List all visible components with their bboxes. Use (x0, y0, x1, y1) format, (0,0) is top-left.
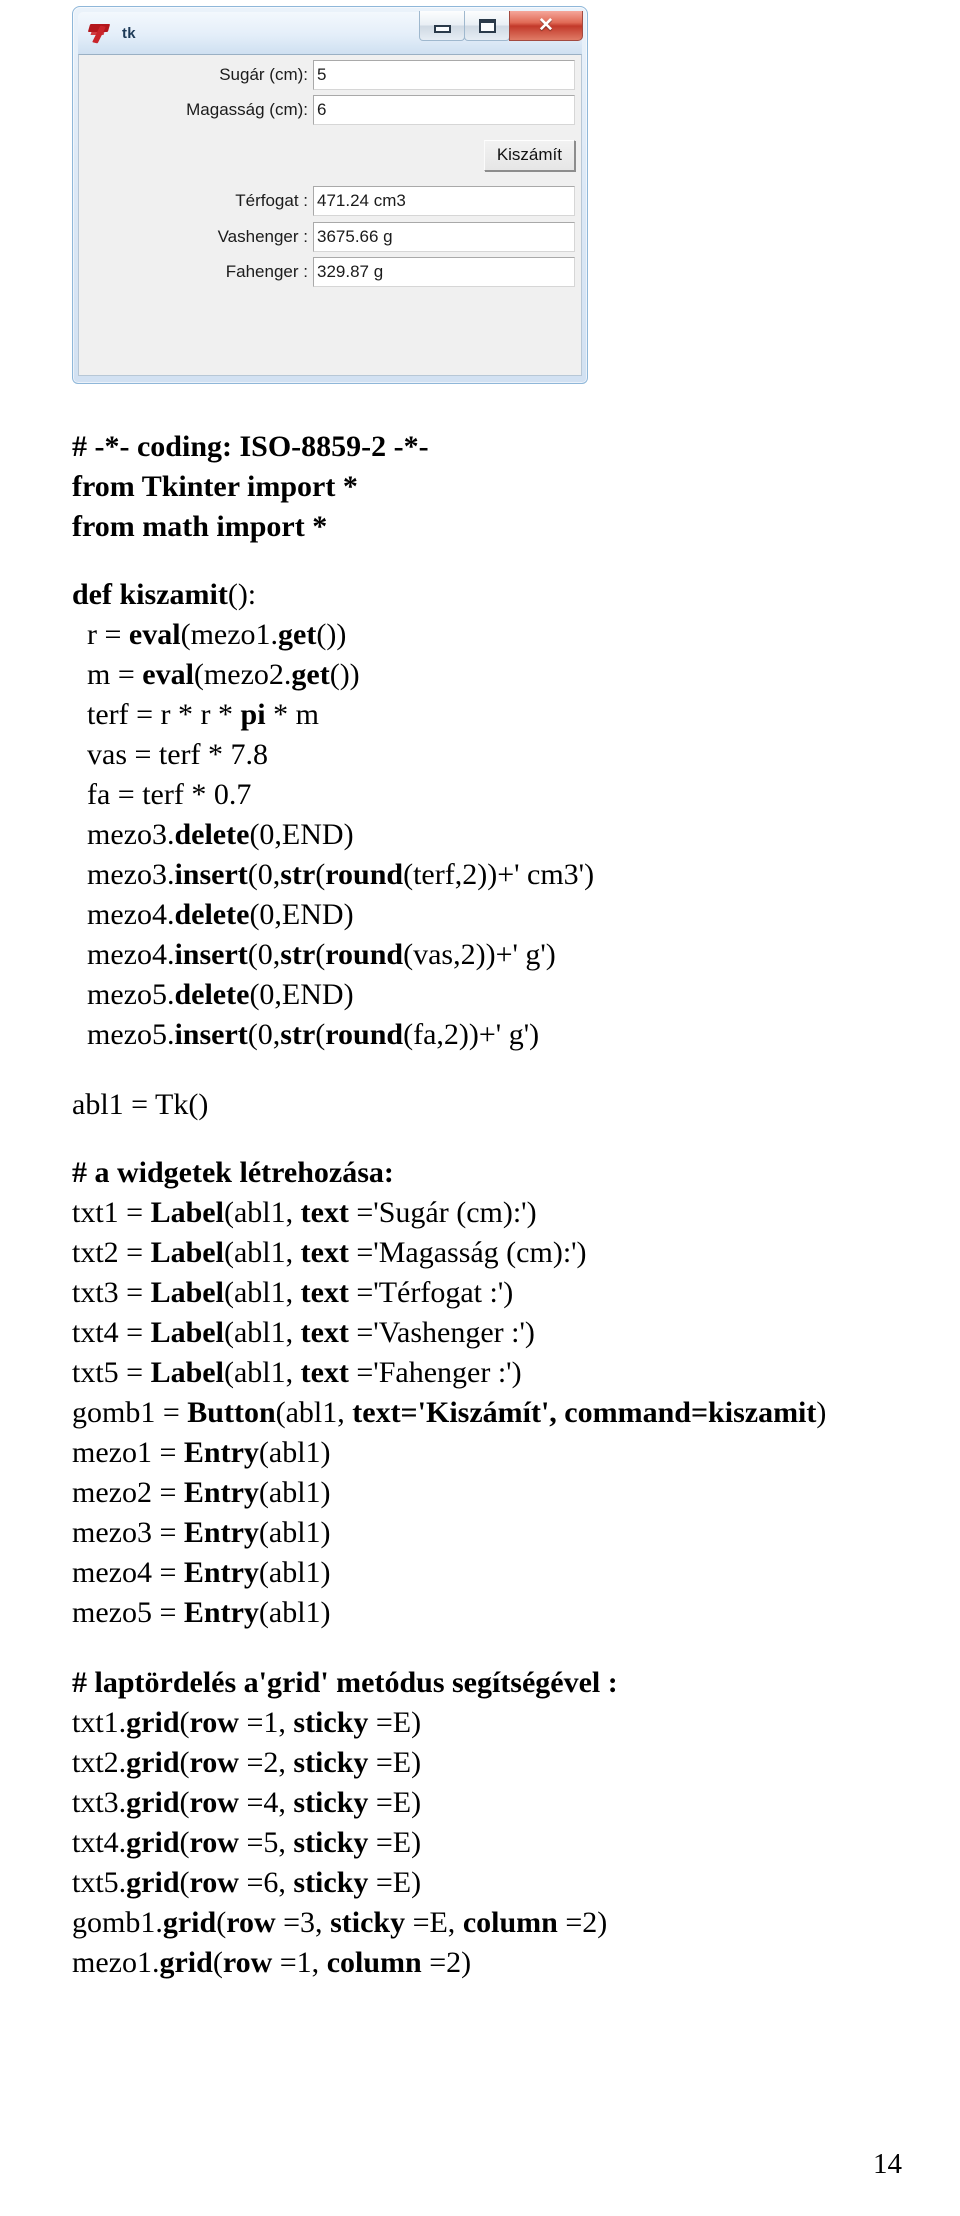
code-line: mezo4.insert(0,str(round(vas,2))+' g') (72, 938, 556, 971)
python-tk-icon (87, 21, 114, 45)
code-line: mezo4 = Entry(abl1) (72, 1556, 331, 1589)
code-line: txt5 = Label(abl1, text ='Fahenger :') (72, 1356, 522, 1389)
kiszamit-button[interactable]: Kiszámít (483, 139, 575, 171)
form-grid: Sugár (cm): 5 Magasság (cm): 6 Kiszámít … (85, 59, 575, 369)
code-line: gomb1 = Button(abl1, text='Kiszámít', co… (72, 1396, 827, 1429)
code-line: txt1.grid(row =1, sticky =E) (72, 1706, 422, 1739)
code-line: mezo5.delete(0,END) (72, 978, 354, 1011)
code-line: mezo5.insert(0,str(round(fa,2))+' g') (72, 1018, 540, 1051)
code-line: txt4 = Label(abl1, text ='Vashenger :') (72, 1316, 535, 1349)
tk-application-window: tk ✕ Sugár (cm): 5 Magasság (cm): 6 Kisz… (72, 6, 588, 384)
button-cell: Kiszámít (313, 129, 575, 181)
code-line: txt2 = Label(abl1, text ='Magasság (cm):… (72, 1236, 587, 1269)
grid-spacer (85, 129, 313, 181)
entry-vashenger[interactable]: 3675.66 g (313, 222, 575, 252)
code-line: terf = r * r * pi * m (72, 698, 319, 731)
close-button[interactable]: ✕ (509, 11, 583, 41)
code-line: mezo3.insert(0,str(round(terf,2))+' cm3'… (72, 858, 595, 891)
close-icon: ✕ (538, 15, 554, 36)
code-line: mezo4.delete(0,END) (72, 898, 354, 931)
code-line: # -*- coding: ISO-8859-2 -*- (72, 430, 429, 463)
label-magassag: Magasság (cm): (186, 100, 308, 119)
label-vashenger: Vashenger : (217, 227, 308, 246)
entry-terfogat[interactable]: 471.24 cm3 (313, 186, 575, 216)
code-line: txt2.grid(row =2, sticky =E) (72, 1746, 422, 1779)
code-line: from math import * (72, 510, 328, 543)
code-line: def kiszamit(): (72, 578, 257, 611)
code-line: mezo3.delete(0,END) (72, 818, 354, 851)
maximize-button[interactable] (464, 11, 510, 41)
code-line: from Tkinter import * (72, 470, 358, 503)
code-line: # laptördelés a'grid' metódus segítségév… (72, 1666, 618, 1699)
code-line: mezo1 = Entry(abl1) (72, 1436, 331, 1469)
code-line: txt3 = Label(abl1, text ='Térfogat :') (72, 1276, 514, 1309)
code-line: m = eval(mezo2.get()) (72, 658, 360, 691)
code-line: txt4.grid(row =5, sticky =E) (72, 1826, 422, 1859)
label-sugar: Sugár (cm): (219, 65, 308, 84)
window-caption-buttons: ✕ (419, 11, 583, 41)
minimize-icon (433, 24, 451, 33)
entry-magassag[interactable]: 6 (313, 95, 575, 125)
minimize-button[interactable] (419, 11, 465, 41)
code-line: mezo3 = Entry(abl1) (72, 1516, 331, 1549)
code-line: txt5.grid(row =6, sticky =E) (72, 1866, 422, 1899)
code-line: fa = terf * 0.7 (72, 778, 252, 811)
label-terfogat: Térfogat : (235, 191, 308, 210)
code-line: txt1 = Label(abl1, text ='Sugár (cm):') (72, 1196, 537, 1229)
code-line: mezo5 = Entry(abl1) (72, 1596, 331, 1629)
window-title-bar: tk ✕ (78, 11, 583, 54)
window-title: tk (122, 24, 136, 42)
maximize-icon (478, 18, 496, 33)
code-line: # a widgetek létrehozása: (72, 1156, 394, 1189)
window-client-area: Sugár (cm): 5 Magasság (cm): 6 Kiszámít … (78, 54, 582, 376)
label-fahenger: Fahenger : (225, 262, 308, 281)
code-line: vas = terf * 7.8 (72, 738, 269, 771)
code-line: abl1 = Tk() (72, 1088, 209, 1121)
entry-sugar[interactable]: 5 (313, 60, 575, 90)
code-line: gomb1.grid(row =3, sticky =E, column =2) (72, 1906, 608, 1939)
code-line: txt3.grid(row =4, sticky =E) (72, 1786, 422, 1819)
code-line: mezo2 = Entry(abl1) (72, 1476, 331, 1509)
page-number: 14 (873, 2148, 902, 2180)
code-line: mezo1.grid(row =1, column =2) (72, 1946, 472, 1979)
entry-fahenger[interactable]: 329.87 g (313, 257, 575, 287)
code-line: r = eval(mezo1.get()) (72, 618, 347, 651)
